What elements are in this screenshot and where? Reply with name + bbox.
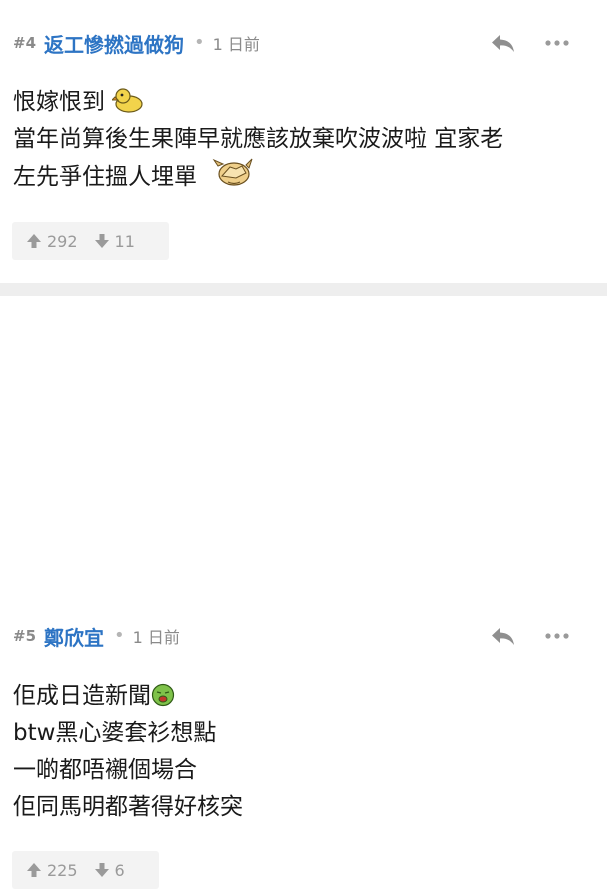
content-line: 佢成日造新聞 bbox=[13, 678, 593, 715]
facepalm-emoji-icon bbox=[212, 158, 253, 186]
upvote-count: 225 bbox=[47, 860, 78, 880]
more-icon[interactable] bbox=[544, 632, 570, 640]
post-time: 1 日前 bbox=[212, 35, 260, 54]
sick-face-emoji-icon bbox=[151, 683, 175, 707]
upvote-button[interactable]: 225 bbox=[26, 861, 78, 880]
content-line: 當年尚算後生果陣早就應該放棄吹波波啦 宜家老 bbox=[13, 126, 504, 152]
content-line: 佢同馬明都著得好核突 bbox=[13, 794, 243, 820]
downvote-button[interactable]: 6 bbox=[94, 861, 125, 880]
arrow-down-icon bbox=[94, 234, 109, 248]
separator-dot: • bbox=[194, 32, 205, 53]
content-line: 左先爭住搵人埋單 bbox=[13, 158, 593, 196]
vote-bar: 292 11 bbox=[12, 222, 169, 260]
downvote-button[interactable]: 11 bbox=[94, 232, 135, 251]
post-time: 1 日前 bbox=[132, 628, 180, 647]
post-number: #4 bbox=[13, 34, 37, 52]
vote-bar: 225 6 bbox=[12, 851, 159, 889]
post-separator bbox=[0, 283, 607, 296]
content-line: 恨嫁恨到 bbox=[13, 84, 593, 121]
reply-icon[interactable] bbox=[490, 626, 516, 646]
upvote-count: 292 bbox=[47, 231, 78, 251]
content-line: 一啲都唔襯個場合 bbox=[13, 757, 197, 783]
username-link[interactable]: 鄭欣宜 bbox=[44, 622, 104, 651]
post-header: #5 鄭欣宜 • 1 日前 bbox=[13, 622, 180, 650]
upvote-button[interactable]: 292 bbox=[26, 232, 78, 251]
reply-icon[interactable] bbox=[490, 33, 516, 53]
arrow-up-icon bbox=[27, 234, 41, 248]
post-number: #5 bbox=[13, 627, 37, 645]
content-line: btw黑心婆套衫想點 bbox=[13, 720, 217, 746]
arrow-down-icon bbox=[94, 863, 109, 877]
username-link[interactable]: 返工慘撚過做狗 bbox=[44, 29, 184, 58]
more-icon[interactable] bbox=[544, 39, 570, 47]
post-4: #4 返工慘撚過做狗 • 1 日前 恨嫁恨到 當年尚算後生果陣早就應該放棄吹波波… bbox=[0, 0, 607, 283]
post-header: #4 返工慘撚過做狗 • 1 日前 bbox=[13, 29, 260, 57]
post-content: 恨嫁恨到 當年尚算後生果陣早就應該放棄吹波波啦 宜家老 左先爭住搵人埋單 bbox=[13, 84, 593, 196]
downvote-count: 6 bbox=[114, 860, 125, 880]
downvote-count: 11 bbox=[114, 231, 135, 251]
arrow-up-icon bbox=[27, 863, 41, 877]
post-content: 佢成日造新聞 btw黑心婆套衫想點 一啲都唔襯個場合 佢同馬明都著得好核突 bbox=[13, 678, 593, 826]
duck-emoji-icon bbox=[112, 88, 143, 113]
separator-dot: • bbox=[114, 625, 125, 646]
post-5: #5 鄭欣宜 • 1 日前 佢成日造新聞 btw黑心婆套衫想點 一啲都唔襯個場合… bbox=[0, 296, 607, 889]
